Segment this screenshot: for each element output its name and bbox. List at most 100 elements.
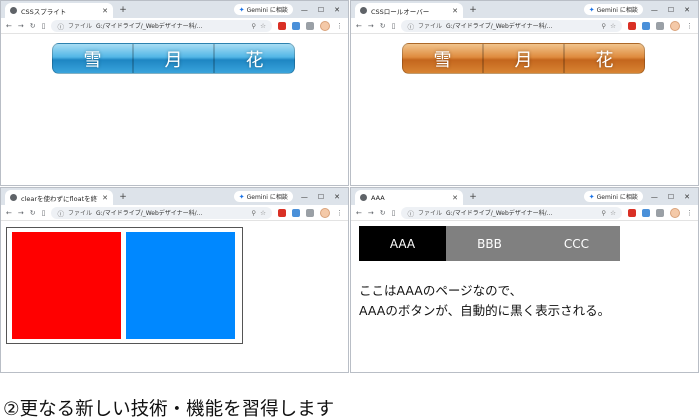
extensions-puzzle-icon[interactable]: [656, 208, 664, 217]
maximize-icon[interactable]: ☐: [668, 193, 674, 201]
minimize-icon[interactable]: —: [651, 193, 658, 201]
browser-tab[interactable]: CSSロールオーバー ✕: [355, 3, 463, 18]
forward-icon[interactable]: →: [18, 22, 24, 30]
avatar[interactable]: [670, 207, 680, 218]
split-view-icon[interactable]: ▯: [392, 22, 396, 30]
close-icon[interactable]: ✕: [102, 7, 108, 15]
nav-button-moon[interactable]: 月: [133, 43, 214, 74]
pdf-extension-icon[interactable]: [278, 21, 286, 30]
pdf-extension-icon[interactable]: [278, 208, 286, 217]
back-icon[interactable]: ←: [356, 22, 362, 30]
gemini-button[interactable]: ✦ Gemini に相談: [583, 191, 643, 202]
pdf-extension-icon[interactable]: [628, 208, 636, 217]
gemini-button[interactable]: ✦ Gemini に相談: [233, 4, 293, 15]
maximize-icon[interactable]: ☐: [318, 6, 324, 14]
avatar[interactable]: [670, 20, 680, 31]
file-label: ファイル: [67, 210, 92, 217]
browser-tab[interactable]: CSSスプライト ✕: [5, 3, 113, 18]
message-line-1: ここはAAAのページなので、: [359, 283, 523, 298]
extensions-puzzle-icon[interactable]: [306, 208, 314, 217]
page-content: [1, 221, 348, 372]
extension-icon[interactable]: [292, 208, 300, 217]
extension-icon[interactable]: [292, 21, 300, 30]
close-icon[interactable]: ✕: [102, 194, 108, 202]
maximize-icon[interactable]: ☐: [668, 6, 674, 14]
split-view-icon[interactable]: ▯: [392, 209, 396, 217]
split-view-icon[interactable]: ▯: [42, 22, 46, 30]
address-bar[interactable]: ⓘ ファイル G:/マイドライブ/_Webデザイナー科/... ⚲ ☆: [401, 19, 622, 32]
nav-button-flower[interactable]: 花: [214, 43, 295, 74]
star-icon[interactable]: ☆: [610, 209, 616, 217]
menu-icon[interactable]: ⋮: [336, 22, 343, 30]
extension-icon[interactable]: [642, 21, 650, 30]
split-view-icon[interactable]: ▯: [42, 209, 46, 217]
minimize-icon[interactable]: —: [301, 193, 308, 201]
tab-title: AAA: [371, 193, 385, 202]
gemini-icon: ✦: [588, 192, 595, 201]
url-text: G:/マイドライブ/_Webデザイナー科/...: [96, 210, 203, 217]
new-tab-button[interactable]: +: [466, 192, 480, 202]
extensions-puzzle-icon[interactable]: [656, 21, 664, 30]
maximize-icon[interactable]: ☐: [318, 193, 324, 201]
reload-icon[interactable]: ↻: [30, 209, 36, 217]
back-icon[interactable]: ←: [6, 209, 12, 217]
new-tab-button[interactable]: +: [116, 192, 130, 202]
pdf-extension-icon[interactable]: [628, 21, 636, 30]
extension-icon[interactable]: [642, 208, 650, 217]
forward-icon[interactable]: →: [368, 22, 374, 30]
minimize-icon[interactable]: —: [651, 6, 658, 14]
tab-ccc[interactable]: CCC: [533, 226, 620, 261]
browser-toolbar: ← → ↻ ▯ ⓘ ファイル G:/マイドライブ/_Webデザイナー科/... …: [351, 18, 698, 34]
nav-button-snow[interactable]: 雪: [52, 43, 133, 74]
star-icon[interactable]: ☆: [260, 22, 266, 30]
gemini-button[interactable]: ✦ Gemini に相談: [233, 191, 293, 202]
zoom-icon[interactable]: ⚲: [251, 22, 256, 30]
avatar[interactable]: [320, 207, 330, 218]
close-icon[interactable]: ✕: [452, 194, 458, 202]
zoom-icon[interactable]: ⚲: [601, 209, 606, 217]
gemini-button[interactable]: ✦ Gemini に相談: [583, 4, 643, 15]
red-box: [12, 232, 121, 339]
address-bar[interactable]: ⓘ ファイル G:/マイドライブ/_Webデザイナー科/... ⚲ ☆: [51, 19, 272, 32]
title-bar: CSSスプライト ✕ + ✦ Gemini に相談 — ☐ ✕: [1, 1, 348, 18]
browser-tab[interactable]: clearを使わずにfloatを終了する方 ✕: [5, 190, 113, 205]
page-caption: ②更なる新しい技術・機能を習得します: [3, 399, 335, 420]
zoom-icon[interactable]: ⚲: [251, 209, 256, 217]
window-controls: — ☐ ✕: [651, 193, 690, 201]
close-icon[interactable]: ✕: [452, 7, 458, 15]
reload-icon[interactable]: ↻: [380, 22, 386, 30]
nav-button-moon[interactable]: 月: [483, 43, 564, 74]
float-container: [6, 227, 243, 344]
star-icon[interactable]: ☆: [610, 22, 616, 30]
close-window-icon[interactable]: ✕: [334, 6, 340, 14]
gemini-icon: ✦: [238, 192, 245, 201]
avatar[interactable]: [320, 20, 330, 31]
menu-icon[interactable]: ⋮: [686, 209, 693, 217]
zoom-icon[interactable]: ⚲: [601, 22, 606, 30]
window-controls: — ☐ ✕: [651, 6, 690, 14]
nav-button-flower[interactable]: 花: [564, 43, 645, 74]
extensions-puzzle-icon[interactable]: [306, 21, 314, 30]
forward-icon[interactable]: →: [18, 209, 24, 217]
minimize-icon[interactable]: —: [301, 6, 308, 14]
new-tab-button[interactable]: +: [466, 5, 480, 15]
back-icon[interactable]: ←: [6, 22, 12, 30]
forward-icon[interactable]: →: [368, 209, 374, 217]
close-window-icon[interactable]: ✕: [684, 6, 690, 14]
reload-icon[interactable]: ↻: [30, 22, 36, 30]
address-bar[interactable]: ⓘ ファイル G:/マイドライブ/_Webデザイナー科/... ⚲ ☆: [401, 206, 622, 219]
reload-icon[interactable]: ↻: [380, 209, 386, 217]
browser-tab[interactable]: AAA ✕: [355, 190, 463, 205]
close-window-icon[interactable]: ✕: [684, 193, 690, 201]
menu-icon[interactable]: ⋮: [336, 209, 343, 217]
tab-bbb[interactable]: BBB: [446, 226, 533, 261]
new-tab-button[interactable]: +: [116, 5, 130, 15]
back-icon[interactable]: ←: [356, 209, 362, 217]
close-window-icon[interactable]: ✕: [334, 193, 340, 201]
favicon-icon: [360, 194, 367, 201]
tab-aaa[interactable]: AAA: [359, 226, 446, 261]
address-bar[interactable]: ⓘ ファイル G:/マイドライブ/_Webデザイナー科/... ⚲ ☆: [51, 206, 272, 219]
menu-icon[interactable]: ⋮: [686, 22, 693, 30]
star-icon[interactable]: ☆: [260, 209, 266, 217]
nav-button-snow[interactable]: 雪: [402, 43, 483, 74]
